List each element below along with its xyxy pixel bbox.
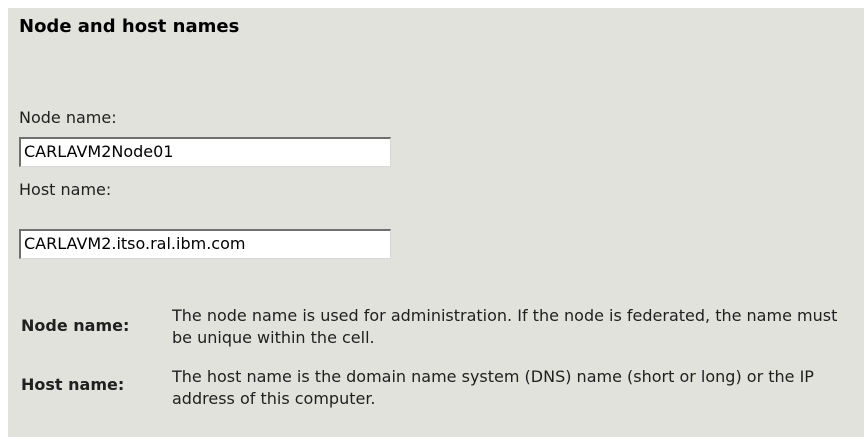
help-desc-node-name: The node name is used for administration… [172,306,838,347]
help-desc-host-name: The host name is the domain name system … [172,367,814,408]
help-term-node-name: Node name: [21,316,130,335]
section-title: Node and host names [19,16,240,37]
help-term-host-name: Host name: [21,375,125,394]
help-host-name: Host name: The host name is the domain n… [21,366,864,416]
node-host-names-panel: Node and host names Node name: CARLAVM2N… [8,8,864,437]
help-node-name: Node name: The node name is used for adm… [21,305,864,355]
node-name-label: Node name: [19,108,117,127]
node-name-input[interactable]: CARLAVM2Node01 [19,137,391,167]
host-name-input[interactable]: CARLAVM2.itso.ral.ibm.com [19,229,391,259]
host-name-label: Host name: [19,180,112,199]
